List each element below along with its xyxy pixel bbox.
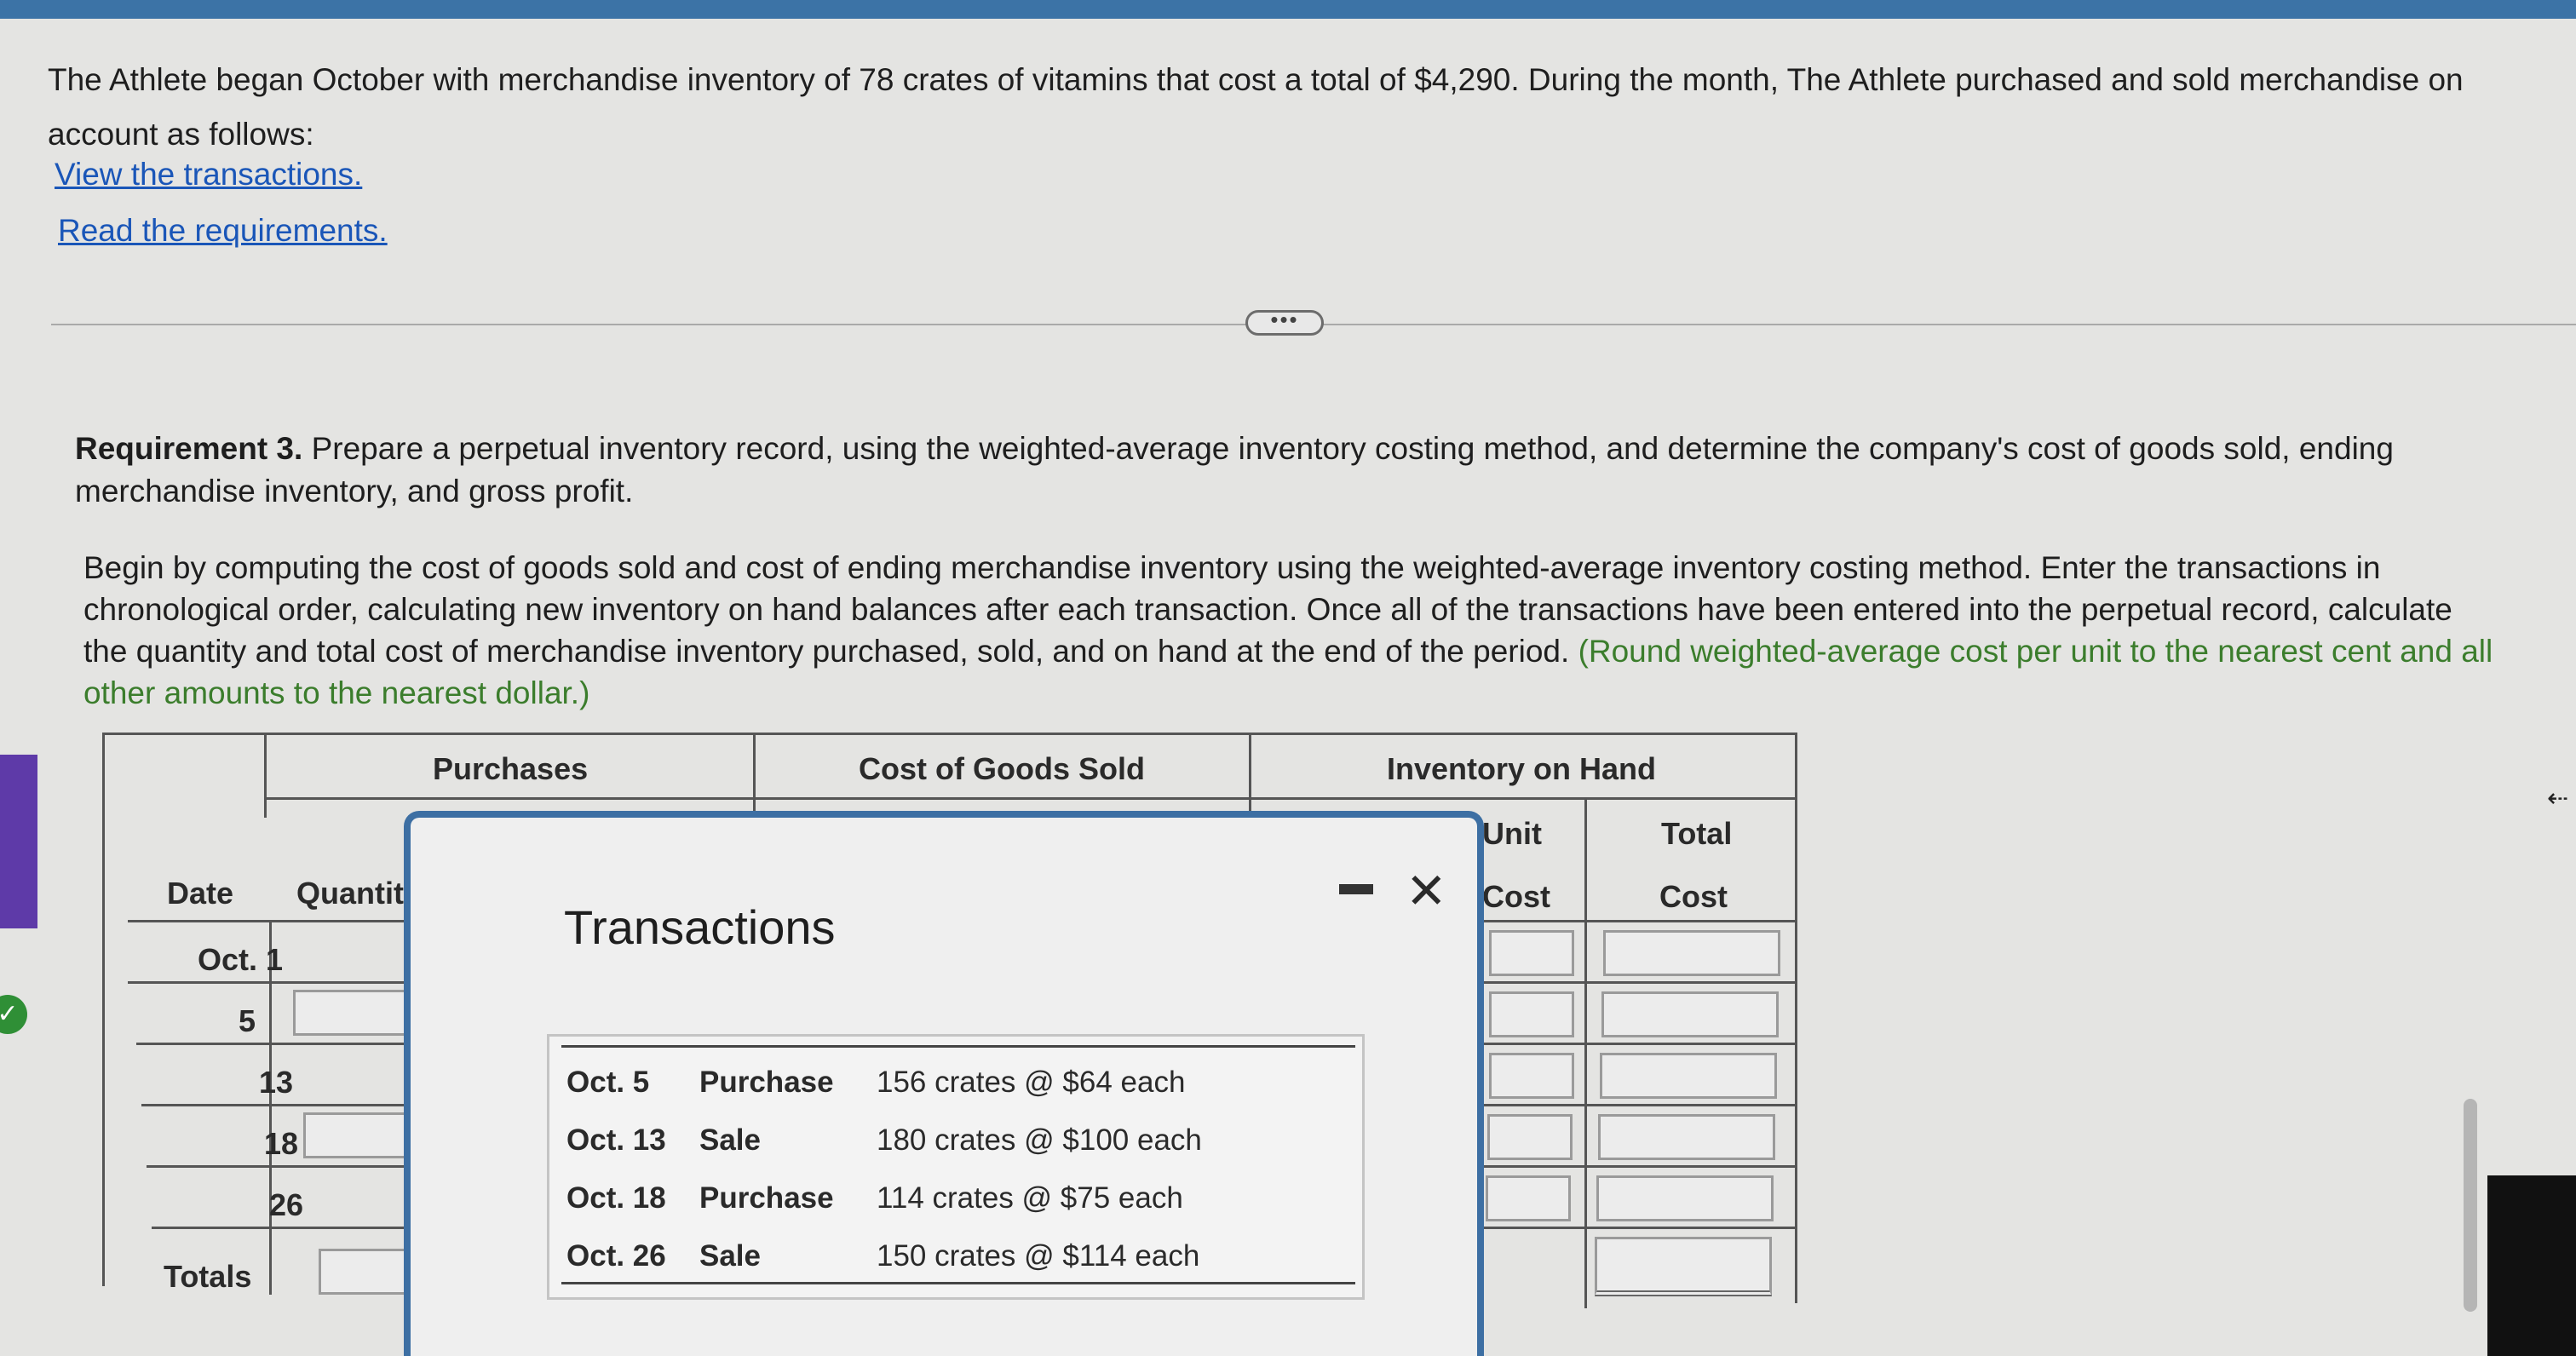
inventory-total-cost-input[interactable] xyxy=(1603,930,1780,976)
cogs-header: Cost of Goods Sold xyxy=(859,751,1145,786)
inventory-on-hand-header: Inventory on Hand xyxy=(1387,751,1657,786)
row-date-26: 26 xyxy=(269,1187,304,1222)
date-header: Date xyxy=(167,876,234,911)
inventory-total-cost-total-input[interactable] xyxy=(1595,1237,1772,1296)
transactions-popup[interactable]: Transactions ✕ Oct. 5 Purchase 156 crate… xyxy=(404,811,1484,1356)
minimize-button[interactable] xyxy=(1339,884,1373,894)
inventory-unit-cost-input[interactable] xyxy=(1489,991,1574,1037)
check-icon: ✓ xyxy=(0,995,27,1034)
inventory-total-cost-input[interactable] xyxy=(1601,991,1779,1037)
table-divider xyxy=(1249,733,1251,818)
list-bottom-rule xyxy=(561,1282,1355,1284)
total-cost-header-line2: Cost xyxy=(1659,879,1728,914)
scrollbar[interactable] xyxy=(2464,1099,2477,1312)
inventory-unit-cost-input[interactable] xyxy=(1487,1114,1573,1160)
inventory-unit-cost-input[interactable] xyxy=(1486,1175,1571,1221)
requirement-text: Requirement 3. Prepare a perpetual inven… xyxy=(75,428,2486,513)
transaction-date: Oct. 26 xyxy=(566,1239,666,1273)
side-panel-tab[interactable] xyxy=(0,755,37,928)
transaction-detail: 156 crates @ $64 each xyxy=(877,1066,1186,1099)
inventory-unit-cost-input[interactable] xyxy=(1489,1053,1574,1099)
instructions-text: Begin by computing the cost of goods sol… xyxy=(83,547,2503,714)
collapse-arrow-icon[interactable]: ⇠ xyxy=(2547,784,2576,818)
read-requirements-link[interactable]: Read the requirements. xyxy=(58,213,388,249)
transaction-detail: 114 crates @ $75 each xyxy=(877,1181,1183,1215)
close-icon[interactable]: ✕ xyxy=(1406,862,1447,920)
inventory-total-cost-input[interactable] xyxy=(1600,1053,1777,1099)
inventory-total-cost-input[interactable] xyxy=(1598,1114,1775,1160)
table-divider xyxy=(264,733,267,818)
expand-toggle-button[interactable]: ••• xyxy=(1245,308,1324,336)
transaction-date: Oct. 13 xyxy=(566,1123,666,1157)
top-header-strip xyxy=(0,0,2576,19)
row-date-5: 5 xyxy=(238,1003,256,1038)
table-divider xyxy=(1584,797,1587,1308)
row-date-oct1: Oct. 1 xyxy=(198,942,284,977)
table-border-left xyxy=(102,733,105,1286)
unit-cost-header-line1: Unit xyxy=(1482,816,1542,851)
transaction-date: Oct. 18 xyxy=(566,1181,666,1215)
table-border-top xyxy=(102,733,1797,735)
transaction-type: Sale xyxy=(699,1123,761,1157)
intro-text: The Athlete began October with merchandi… xyxy=(48,62,2464,152)
table-divider xyxy=(753,733,756,818)
purchases-header: Purchases xyxy=(433,751,589,786)
transaction-row: Oct. 18 Purchase 114 crates @ $75 each xyxy=(549,1181,1367,1232)
table-border-right xyxy=(1795,733,1797,1303)
transaction-type: Purchase xyxy=(699,1181,834,1215)
table-divider xyxy=(264,797,1797,800)
unit-cost-header-line2: Cost xyxy=(1482,879,1550,914)
transaction-detail: 180 crates @ $100 each xyxy=(877,1123,1202,1157)
purchase-quantity-input[interactable] xyxy=(293,990,412,1036)
transaction-row: Oct. 13 Sale 180 crates @ $100 each xyxy=(549,1123,1367,1175)
requirement-label: Requirement 3. xyxy=(75,431,303,466)
popup-title: Transactions xyxy=(564,900,836,954)
inventory-total-cost-input[interactable] xyxy=(1596,1175,1774,1221)
total-cost-header-line1: Total xyxy=(1661,816,1733,851)
totals-label: Totals xyxy=(164,1259,252,1294)
requirement-body: Prepare a perpetual inventory record, us… xyxy=(75,431,2394,508)
quantity-header: Quantity xyxy=(296,876,422,911)
transaction-detail: 150 crates @ $114 each xyxy=(877,1239,1200,1273)
transactions-list: Oct. 5 Purchase 156 crates @ $64 each Oc… xyxy=(547,1034,1365,1300)
list-top-rule xyxy=(561,1045,1355,1048)
inventory-unit-cost-input[interactable] xyxy=(1489,930,1574,976)
transaction-row: Oct. 5 Purchase 156 crates @ $64 each xyxy=(549,1066,1367,1117)
transaction-type: Sale xyxy=(699,1239,761,1273)
row-date-18: 18 xyxy=(264,1126,299,1161)
view-transactions-link[interactable]: View the transactions. xyxy=(55,157,362,192)
transaction-type: Purchase xyxy=(699,1066,834,1099)
screen-edge xyxy=(2487,1175,2576,1356)
transaction-date: Oct. 5 xyxy=(566,1066,650,1099)
